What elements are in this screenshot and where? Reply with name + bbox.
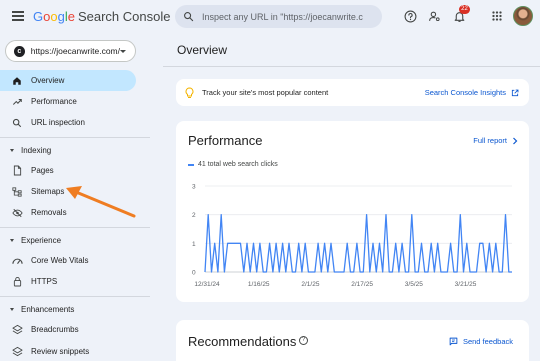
performance-card: Performance Full report 41 total web sea…	[176, 121, 529, 302]
feedback-icon	[449, 337, 458, 346]
layers-icon	[11, 346, 23, 358]
account-avatar[interactable]	[513, 6, 533, 26]
url-inspection-search[interactable]	[175, 5, 382, 28]
sidebar-item-https[interactable]: HTTPS	[0, 271, 136, 292]
sidebar-item-label: Core Web Vitals	[31, 256, 89, 265]
x-tick-label: 1/16/25	[248, 281, 270, 288]
home-icon	[11, 75, 23, 87]
section-enhancements[interactable]: Enhancements	[0, 302, 74, 316]
sidebar-item-url-inspection[interactable]: URL inspection	[0, 112, 136, 133]
menu-icon[interactable]	[12, 11, 24, 21]
collapse-arrow-icon	[10, 238, 14, 242]
sidebar-divider	[0, 227, 150, 228]
sidebar-divider	[0, 296, 150, 297]
sidebar-item-label: Breadcrumbs	[31, 325, 79, 334]
top-bar: GoogleSearch Console 22	[0, 0, 540, 34]
recommendations-title: Recommendations	[188, 334, 297, 349]
sidebar-item-label: Pages	[31, 166, 54, 175]
help-icon[interactable]: ?	[299, 336, 308, 345]
notifications-icon[interactable]: 22	[451, 5, 470, 24]
trending-icon	[11, 96, 23, 108]
sidebar-item-label: URL inspection	[31, 118, 85, 127]
notification-badge: 22	[459, 5, 470, 14]
search-input[interactable]	[202, 11, 372, 22]
search-console-insights-link[interactable]: Search Console Insights	[425, 88, 519, 97]
gauge-icon	[11, 255, 23, 267]
lock-icon	[11, 276, 23, 288]
sidebar-item-pages[interactable]: Pages	[0, 160, 136, 181]
open-external-icon	[511, 89, 519, 96]
chevron-down-icon	[120, 49, 126, 53]
section-label: Enhancements	[21, 304, 75, 314]
page-title: Overview	[177, 43, 228, 57]
annotation-arrow	[66, 186, 136, 218]
sidebar-item-label: Review snippets	[31, 347, 90, 356]
help-icon[interactable]	[402, 8, 418, 24]
section-label: Indexing	[21, 145, 52, 155]
section-experience[interactable]: Experience	[0, 233, 61, 247]
tip-text: Track your site's most popular content	[202, 88, 329, 97]
removals-icon	[11, 207, 23, 219]
collapse-arrow-icon	[10, 307, 14, 311]
y-tick-label: 1	[192, 241, 196, 248]
sidebar-item-overview[interactable]: Overview	[0, 70, 136, 91]
x-tick-label: 3/21/25	[455, 281, 477, 288]
sidebar-divider	[0, 137, 150, 138]
sidebar-item-label: HTTPS	[31, 277, 58, 286]
sitemap-icon	[11, 186, 23, 198]
lightbulb-icon	[185, 86, 194, 98]
search-icon	[184, 12, 194, 22]
manage-users-icon[interactable]	[426, 8, 442, 24]
sidebar-item-performance[interactable]: Performance	[0, 91, 136, 112]
x-tick-label: 12/31/24	[194, 281, 220, 288]
collapse-arrow-icon	[10, 148, 14, 152]
x-tick-label: 3/5/25	[405, 281, 423, 288]
apps-grid-icon[interactable]	[489, 8, 505, 24]
y-tick-label: 3	[192, 184, 196, 191]
sidebar-item-label: Performance	[31, 97, 77, 106]
title-divider	[163, 66, 540, 67]
layers-icon	[11, 324, 23, 336]
recommendations-card: Recommendations ? Send feedback	[176, 320, 529, 361]
send-feedback-label: Send feedback	[462, 337, 513, 346]
search-icon	[11, 117, 23, 129]
y-tick-label: 0	[192, 270, 196, 277]
page-icon	[11, 165, 23, 177]
sidebar-item-core-web-vitals[interactable]: Core Web Vitals	[0, 250, 136, 271]
site-favicon-icon: c	[14, 45, 25, 57]
send-feedback-button[interactable]: Send feedback	[449, 337, 513, 346]
insights-link-label: Search Console Insights	[424, 88, 506, 97]
sidebar-item-review-snippets[interactable]: Review snippets	[0, 341, 136, 361]
section-label: Experience	[21, 235, 62, 245]
x-tick-label: 2/1/25	[301, 281, 319, 288]
y-tick-label: 2	[192, 212, 196, 219]
property-selector[interactable]: c https://joecanwrite.com/	[5, 40, 136, 62]
insights-tip-card: Track your site's most popular content S…	[176, 79, 529, 106]
section-indexing[interactable]: Indexing	[0, 143, 51, 157]
x-tick-label: 2/17/25	[351, 281, 373, 288]
product-name: Search Console	[77, 9, 171, 24]
performance-chart: 0 1 2 3 12/31/24 1/16/25 2/1/25 2/17/25 3/5/25 3/…	[192, 184, 512, 288]
property-url: https://joecanwrite.com/	[30, 46, 120, 56]
search-console-logo[interactable]: Google Search Console	[33, 9, 170, 24]
sidebar-item-breadcrumbs[interactable]: Breadcrumbs	[0, 319, 136, 340]
sidebar-item-label: Overview	[31, 76, 65, 85]
